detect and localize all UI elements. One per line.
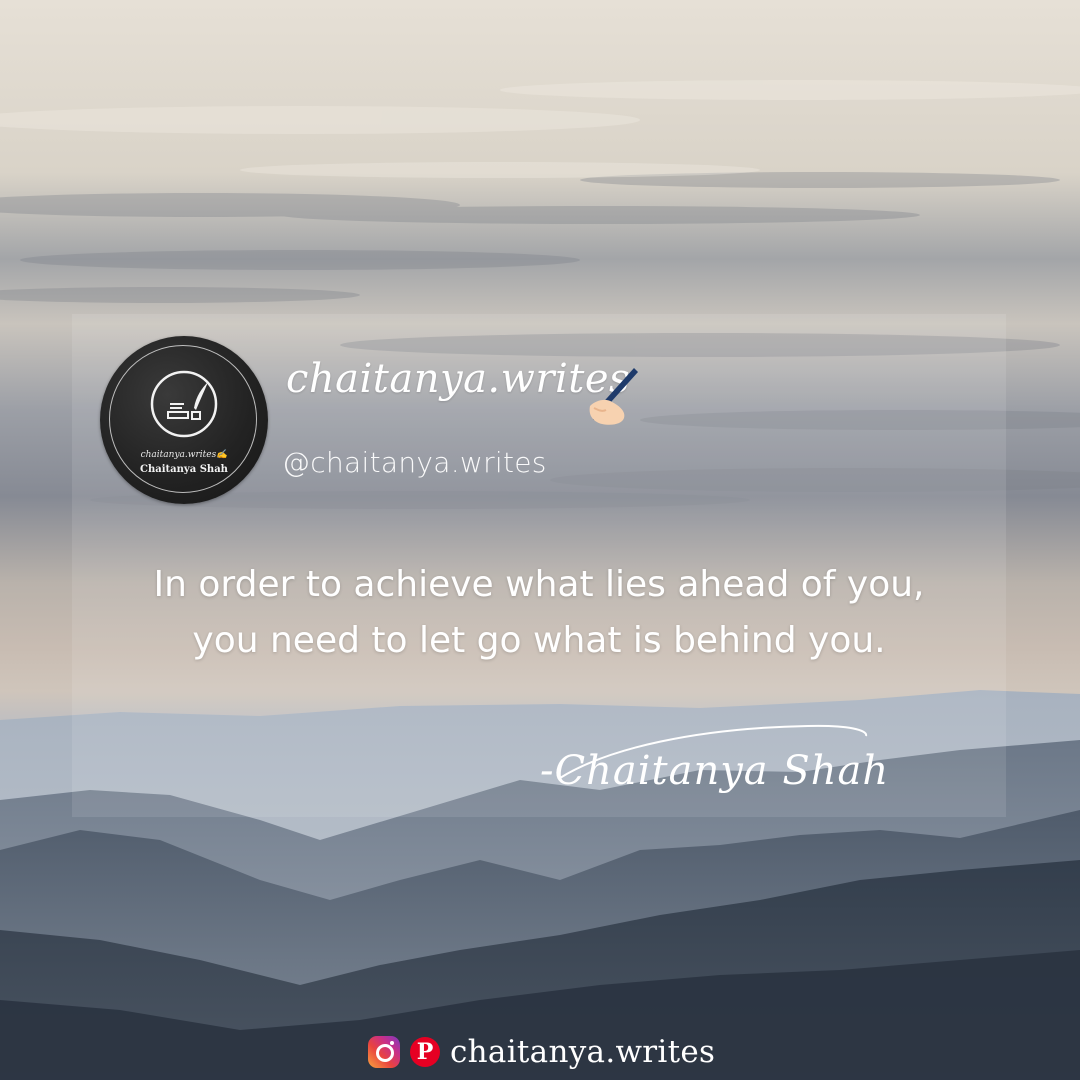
writing-emblem-icon — [150, 370, 218, 438]
quote-line-1: In order to achieve what lies ahead of y… — [153, 564, 925, 605]
author-signature: -Chaitanya Shah — [540, 748, 890, 794]
brand-logo: chaitanya.writes✍ Chaitanya Shah — [100, 336, 268, 504]
social-footer: P chaitanya.writes — [368, 1030, 715, 1074]
quote-line-2: you need to let go what is behind you. — [192, 620, 886, 661]
logo-handle-text: chaitanya.writes✍ — [140, 450, 228, 460]
pinterest-icon[interactable]: P — [410, 1037, 440, 1067]
account-handle: @chaitanya.writes — [282, 446, 547, 479]
writing-hand-icon — [589, 368, 638, 425]
instagram-icon[interactable] — [368, 1036, 400, 1068]
quote-text: In order to achieve what lies ahead of y… — [72, 557, 1006, 669]
logo-name-text: Chaitanya Shah — [140, 464, 228, 475]
footer-handle[interactable]: chaitanya.writes — [450, 1034, 715, 1070]
